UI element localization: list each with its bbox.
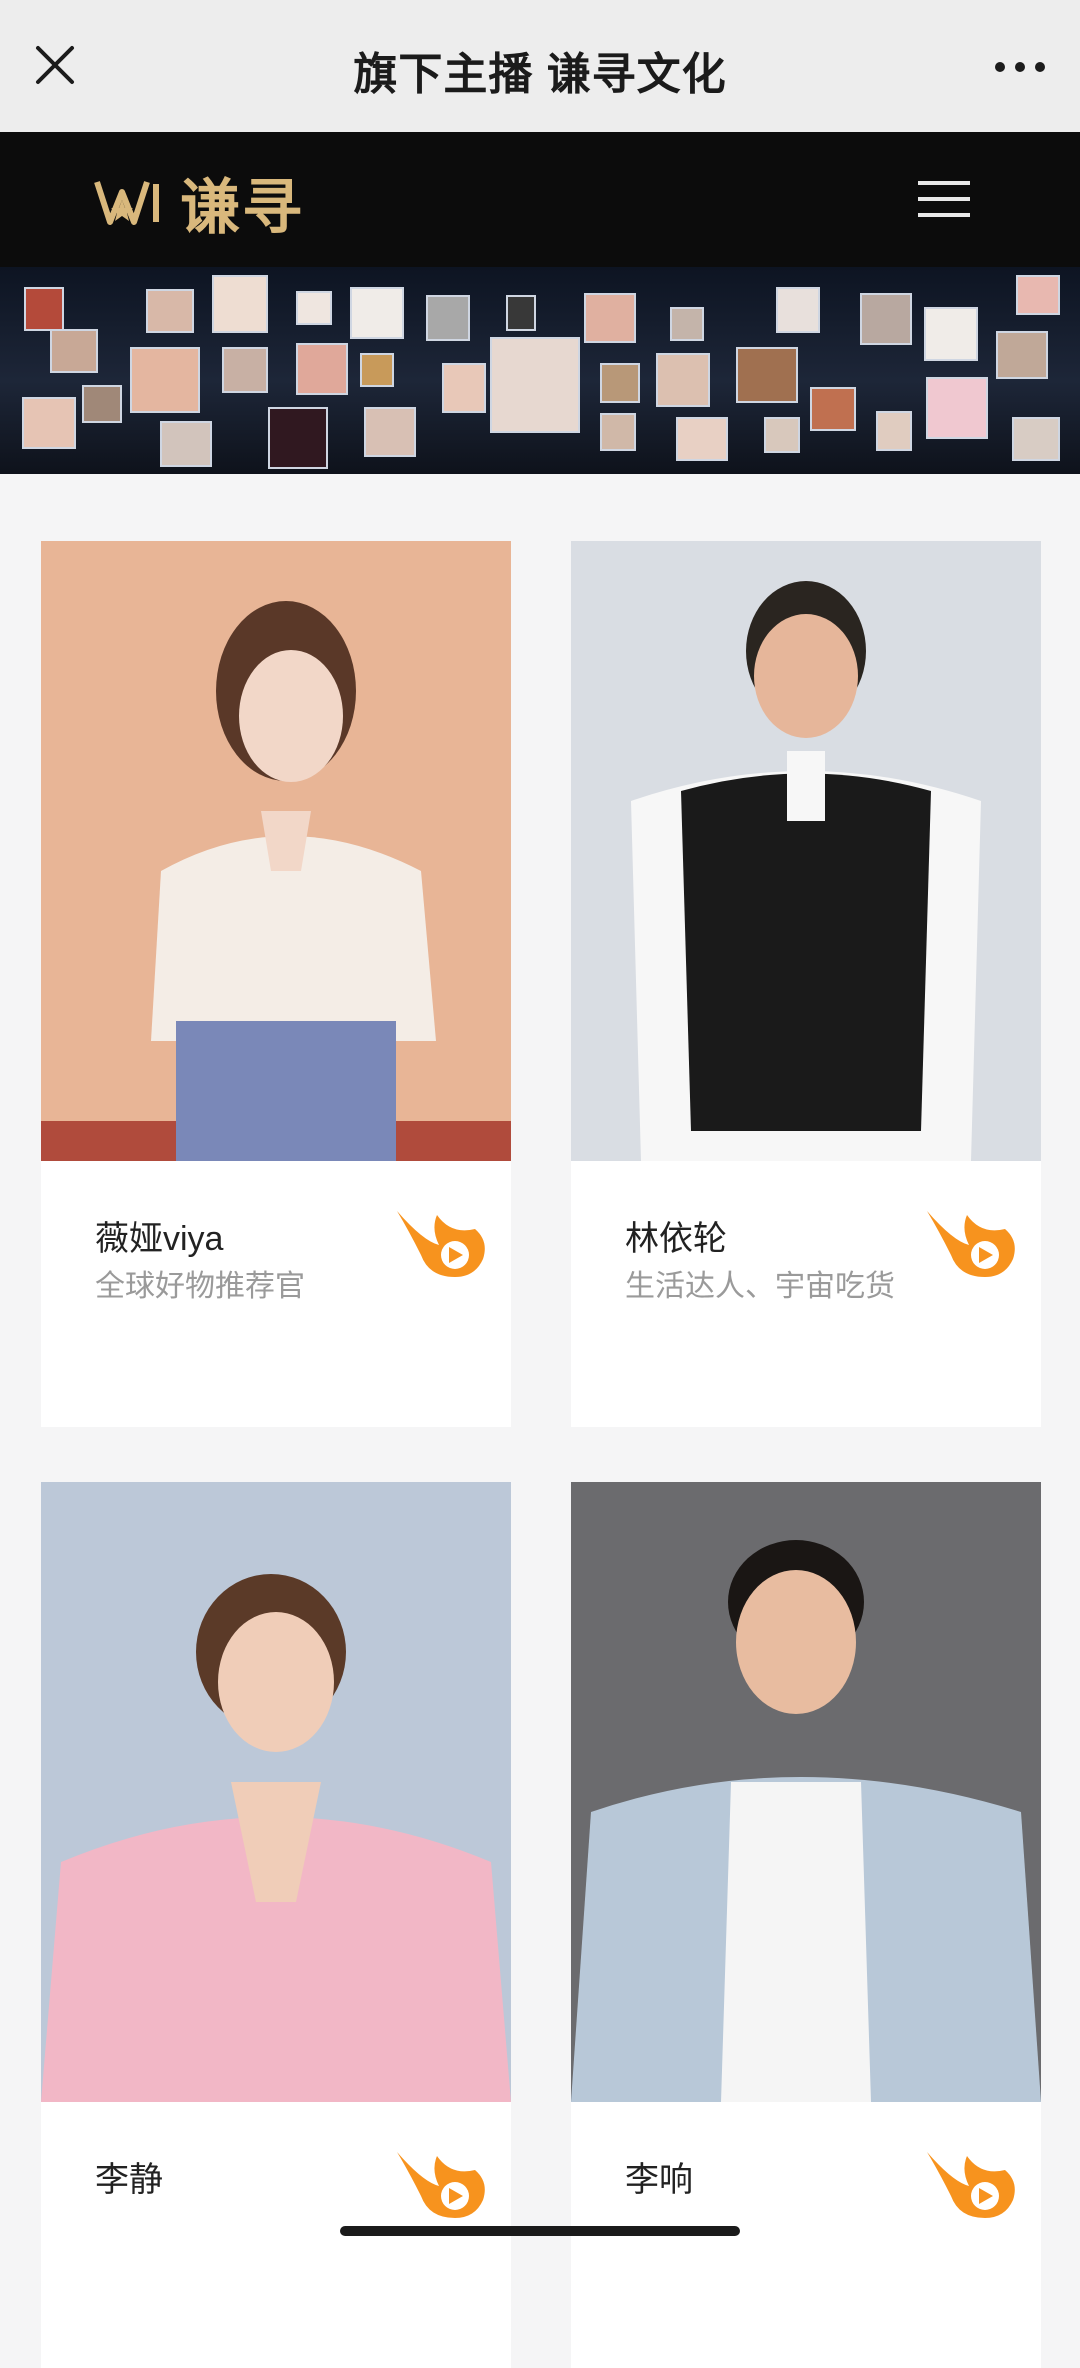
collage-photo (600, 363, 640, 403)
collage-photo (506, 295, 536, 331)
page-title: 旗下主播 谦寻文化 (353, 50, 727, 99)
anchor-name: 薇娅viya (95, 1220, 224, 1258)
collage-photo (22, 397, 76, 449)
collage-photo (810, 387, 856, 431)
logo-text: 谦寻 (180, 173, 304, 241)
collage-photo (996, 331, 1048, 379)
anchor-name: 林依轮 (625, 1220, 727, 1258)
logo-mark-icon (94, 181, 159, 225)
collage-photo (212, 275, 268, 333)
collage-photo (24, 287, 64, 331)
collage-photo (364, 407, 416, 457)
collage-photo (222, 347, 268, 393)
collage-photo (924, 307, 978, 361)
collage-photo (670, 307, 704, 341)
collage-photo (736, 347, 798, 403)
flame-icon[interactable] (395, 1201, 491, 1281)
collage-photo (296, 343, 348, 395)
collage-photo (860, 293, 912, 345)
collage-photo (360, 353, 394, 387)
collage-photo (1012, 417, 1060, 461)
more-dots-icon[interactable] (990, 52, 1050, 82)
collage-photo (926, 377, 988, 439)
collage-photo (50, 329, 98, 373)
anchor-description: 全球好物推荐官 (95, 1270, 305, 1303)
collage-photo (146, 289, 194, 333)
collage-photo (1016, 275, 1060, 315)
collage-photo (268, 407, 328, 469)
brand-header: 谦寻 (0, 132, 1080, 267)
anchor-card[interactable]: 薇娅viya 全球好物推荐官 (41, 541, 511, 1427)
collage-photo (350, 287, 404, 339)
collage-photo (442, 363, 486, 413)
home-indicator[interactable] (340, 2226, 740, 2236)
collage-photo (130, 347, 200, 413)
anchor-photo (571, 541, 1041, 1161)
anchor-collage-banner (0, 267, 1080, 474)
anchor-card[interactable]: 林依轮 生活达人、宇宙吃货 (571, 541, 1041, 1427)
flame-icon[interactable] (395, 2142, 491, 2222)
collage-photo (776, 287, 820, 333)
anchor-name: 李响 (625, 2161, 693, 2199)
anchor-photo (41, 1482, 511, 2102)
collage-photo (656, 353, 710, 407)
hamburger-menu-icon[interactable] (918, 177, 970, 221)
collage-photo (160, 421, 212, 467)
anchor-description: 生活达人、宇宙吃货 (625, 1270, 895, 1303)
anchor-photo (41, 541, 511, 1161)
collage-photo (426, 295, 470, 341)
collage-photo (584, 293, 636, 343)
brand-logo[interactable]: 谦寻 (92, 162, 304, 242)
top-nav-bar: 旗下主播 谦寻文化 (0, 0, 1080, 132)
flame-icon[interactable] (925, 2142, 1021, 2222)
collage-photo-featured (490, 337, 580, 433)
collage-photo (296, 291, 332, 325)
collage-photo (876, 411, 912, 451)
collage-photo (82, 385, 122, 423)
flame-icon[interactable] (925, 1201, 1021, 1281)
anchor-photo (571, 1482, 1041, 2102)
anchor-name: 李静 (95, 2161, 163, 2199)
collage-photo (676, 417, 728, 461)
collage-photo (600, 413, 636, 451)
collage-photo (764, 417, 800, 453)
